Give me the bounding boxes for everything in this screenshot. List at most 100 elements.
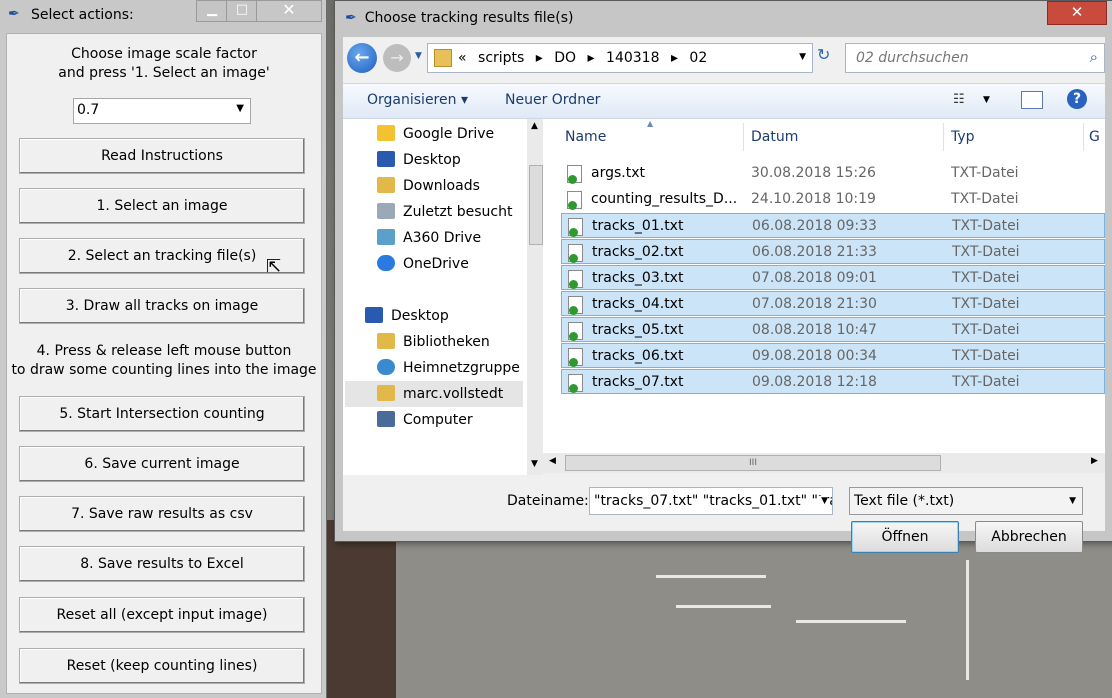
- breadcrumb-separator-icon[interactable]: ▸: [536, 50, 543, 66]
- scroll-down-icon[interactable]: ▼: [531, 459, 538, 469]
- scrollbar-thumb[interactable]: [529, 165, 543, 245]
- breadcrumb-item[interactable]: DO: [554, 50, 576, 66]
- chevron-down-icon[interactable]: ▼: [1069, 496, 1076, 506]
- scale-factor-select[interactable]: 0.7 ▼: [73, 98, 251, 124]
- chevron-down-icon[interactable]: ▼: [983, 95, 990, 105]
- new-folder-button[interactable]: Neuer Ordner: [505, 92, 600, 108]
- search-icon[interactable]: ⌕: [1090, 48, 1098, 66]
- nav-item-downloads[interactable]: Downloads: [377, 177, 480, 194]
- breadcrumb-item[interactable]: 140318: [606, 50, 659, 66]
- save-csv-button[interactable]: 7. Save raw results as csv: [19, 496, 305, 532]
- navigation-pane: Google Drive Desktop Downloads Zuletzt b…: [343, 119, 527, 475]
- breadcrumb-item[interactable]: 02: [689, 50, 707, 66]
- a360-drive-icon: [377, 229, 395, 245]
- file-list-hscrollbar[interactable]: ◀ III ▶: [543, 453, 1105, 473]
- back-arrow-icon[interactable]: ←: [347, 43, 377, 73]
- select-actions-window: ✒ Select actions: ▁ □ ✕ Choose image sca…: [0, 0, 327, 698]
- nav-item-user-folder[interactable]: marc.vollstedt: [377, 385, 503, 402]
- text-file-icon: [568, 348, 583, 367]
- instruction-line: 4. Press & release left mouse button: [36, 343, 292, 359]
- nav-item-onedrive[interactable]: OneDrive: [377, 255, 469, 272]
- breadcrumb-separator-icon[interactable]: ▸: [588, 50, 595, 66]
- forward-arrow-icon[interactable]: →: [383, 44, 411, 72]
- refresh-icon[interactable]: ↻: [817, 45, 830, 64]
- file-type: TXT-Datei: [952, 322, 1020, 338]
- breadcrumb-item[interactable]: scripts: [478, 50, 524, 66]
- text-file-icon: [567, 191, 582, 210]
- text-file-icon: [568, 218, 583, 237]
- file-row-selected[interactable]: tracks_02.txt 06.08.2018 21:33 TXT-Datei: [561, 239, 1105, 264]
- select-tracking-file-button[interactable]: 2. Select an tracking file(s): [19, 238, 305, 274]
- select-image-button[interactable]: 1. Select an image: [19, 188, 305, 224]
- column-header-type[interactable]: Typ: [951, 129, 975, 145]
- file-date: 09.08.2018 12:18: [752, 374, 877, 390]
- organize-menu[interactable]: Organisieren ▾: [367, 92, 468, 108]
- file-row-selected[interactable]: tracks_01.txt 06.08.2018 09:33 TXT-Datei: [561, 213, 1105, 238]
- nav-item-a360-drive[interactable]: A360 Drive: [377, 229, 481, 246]
- scroll-up-icon[interactable]: ▲: [531, 121, 538, 131]
- file-row-selected[interactable]: tracks_07.txt 09.08.2018 12:18 TXT-Datei: [561, 369, 1105, 394]
- column-header-date[interactable]: Datum: [751, 129, 798, 145]
- nav-item-desktop[interactable]: Desktop: [377, 151, 461, 168]
- file-row-selected[interactable]: tracks_05.txt 08.08.2018 10:47 TXT-Datei: [561, 317, 1105, 342]
- instruction-line: to draw some counting lines into the ima…: [11, 362, 317, 378]
- minimize-button[interactable]: ▁: [196, 0, 228, 22]
- scrollbar-thumb[interactable]: III: [565, 455, 941, 471]
- column-header-name[interactable]: Name: [565, 129, 606, 145]
- nav-item-desktop-root[interactable]: Desktop: [365, 307, 449, 324]
- file-row[interactable]: args.txt 30.08.2018 15:26 TXT-Datei: [561, 161, 1105, 186]
- preview-pane-icon[interactable]: [1021, 91, 1043, 109]
- file-type-filter-select[interactable]: Text file (*.txt) ▼: [849, 487, 1083, 515]
- file-name: tracks_05.txt: [592, 322, 684, 338]
- chevron-down-icon[interactable]: ▼: [817, 496, 828, 506]
- start-counting-button[interactable]: 5. Start Intersection counting: [19, 396, 305, 432]
- file-row-selected[interactable]: tracks_04.txt 07.08.2018 21:30 TXT-Datei: [561, 291, 1105, 316]
- open-button[interactable]: Öffnen: [851, 521, 959, 553]
- file-row-selected[interactable]: tracks_06.txt 09.08.2018 00:34 TXT-Datei: [561, 343, 1105, 368]
- nav-item-recent[interactable]: Zuletzt besucht: [377, 203, 512, 220]
- scroll-right-icon[interactable]: ▶: [1091, 456, 1098, 466]
- close-button[interactable]: ✕: [256, 0, 322, 22]
- nav-pane-scrollbar[interactable]: ▲ ▼: [527, 119, 543, 475]
- nav-item-google-drive[interactable]: Google Drive: [377, 125, 494, 142]
- scroll-left-icon[interactable]: ◀: [549, 456, 556, 466]
- file-row-selected[interactable]: tracks_03.txt 07.08.2018 09:01 TXT-Datei: [561, 265, 1105, 290]
- file-list: ▲ Name Datum Typ G args.txt 30.08.2018 15…: [543, 119, 1105, 453]
- view-options-icon[interactable]: ☷: [953, 92, 965, 107]
- file-type: TXT-Datei: [952, 218, 1020, 234]
- chevron-down-icon[interactable]: ▼: [799, 52, 806, 62]
- column-header-extra[interactable]: G: [1089, 129, 1100, 145]
- help-icon[interactable]: ?: [1067, 89, 1087, 109]
- computer-icon: [377, 411, 395, 427]
- read-instructions-button[interactable]: Read Instructions: [19, 138, 305, 174]
- breadcrumb-separator-icon[interactable]: ▸: [671, 50, 678, 66]
- column-divider[interactable]: [1083, 123, 1084, 151]
- reset-keep-lines-button[interactable]: Reset (keep counting lines): [19, 648, 305, 684]
- reset-all-button[interactable]: Reset all (except input image): [19, 597, 305, 633]
- cancel-button[interactable]: Abbrechen: [975, 521, 1083, 553]
- maximize-button[interactable]: □: [226, 0, 258, 22]
- window-title: Select actions:: [31, 7, 134, 23]
- filename-input[interactable]: "tracks_07.txt" "tracks_01.txt" "tra ▼: [589, 487, 833, 515]
- history-dropdown-icon[interactable]: ▼: [415, 51, 422, 61]
- text-file-icon: [568, 322, 583, 341]
- file-row[interactable]: counting_results_D... 24.10.2018 10:19 TXT…: [561, 187, 1105, 212]
- nav-item-computer[interactable]: Computer: [377, 411, 473, 428]
- save-excel-button[interactable]: 8. Save results to Excel: [19, 546, 305, 582]
- nav-item-label: Bibliotheken: [403, 334, 490, 350]
- folder-icon: [434, 49, 452, 67]
- chevron-down-icon[interactable]: ▼: [236, 103, 244, 114]
- address-bar[interactable]: « scripts ▸ DO ▸ 140318 ▸ 02 ▼: [427, 43, 813, 73]
- column-divider[interactable]: [943, 123, 944, 151]
- nav-item-libraries[interactable]: Bibliotheken: [377, 333, 490, 350]
- draw-tracks-button[interactable]: 3. Draw all tracks on image: [19, 288, 305, 324]
- dialog-close-button[interactable]: ✕: [1047, 1, 1107, 25]
- breadcrumb-overflow[interactable]: «: [458, 50, 467, 66]
- nav-item-homegroup[interactable]: Heimnetzgruppe: [377, 359, 520, 376]
- column-divider[interactable]: [743, 123, 744, 151]
- save-image-button[interactable]: 6. Save current image: [19, 446, 305, 482]
- nav-item-label: Desktop: [403, 152, 461, 168]
- file-date: 06.08.2018 09:33: [752, 218, 877, 234]
- search-input[interactable]: 02 durchsuchen ⌕: [845, 43, 1105, 73]
- file-name: tracks_04.txt: [592, 296, 684, 312]
